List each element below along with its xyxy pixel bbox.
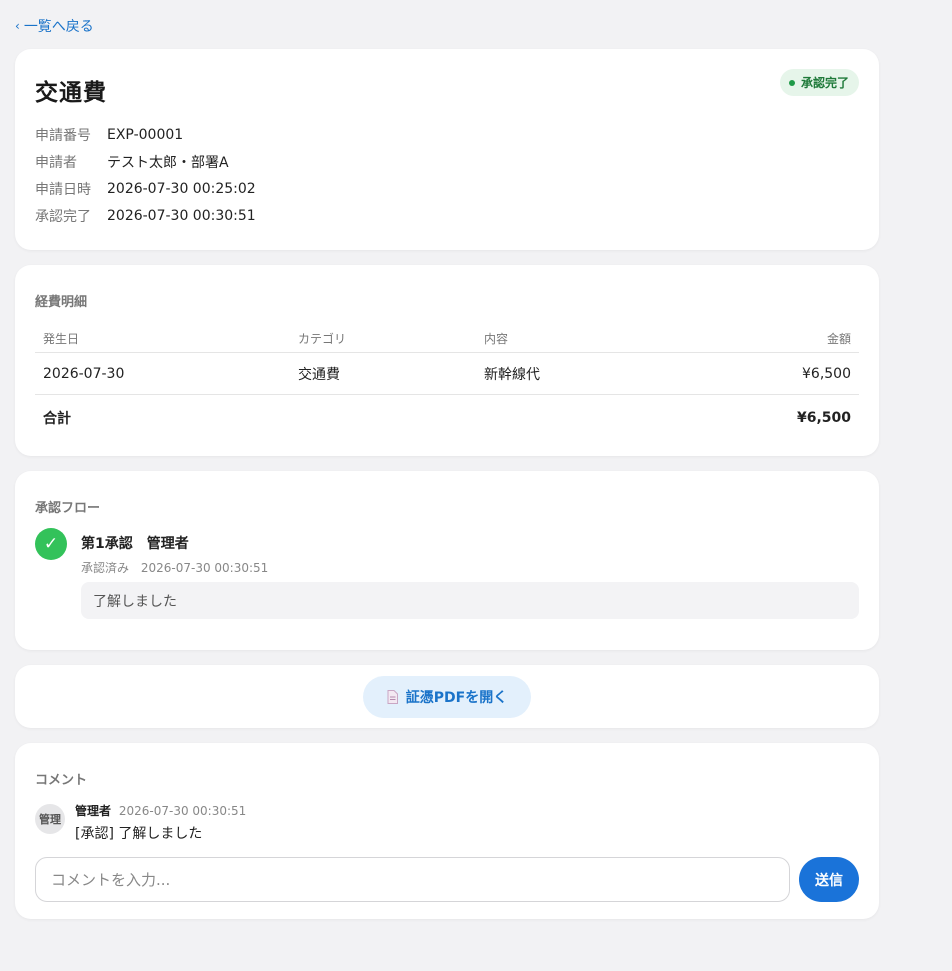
total-label: 合計	[43, 411, 71, 427]
send-button[interactable]: 送信	[799, 857, 859, 902]
comment-text: [承認] 了解しました	[75, 826, 203, 842]
comment-item: 管理 管理者 2026-07-30 00:30:51 [承認] 了解しました	[35, 802, 859, 843]
approval-step: ✓ 第1承認 管理者 承認済み 2026-07-30 00:30:51 了解しま…	[35, 528, 859, 619]
pdf-card: 証憑PDFを開く	[15, 665, 879, 728]
meta-value: テスト太郎・部署A	[107, 154, 229, 171]
meta-key: 申請日時	[35, 181, 91, 198]
open-pdf-label: 証憑PDFを開く	[405, 689, 508, 706]
chevron-left-icon: ‹	[15, 19, 20, 33]
total-amount: ¥6,500	[796, 410, 851, 426]
meta-list: 申請番号 EXP-00001 申請者 テスト太郎・部署A 申請日時 2026-0…	[35, 121, 859, 229]
back-link-label: 一覧へ戻る	[23, 19, 94, 35]
meta-value: 2026-07-30 00:25:02	[107, 180, 256, 197]
cell-amount: ¥6,500	[802, 365, 851, 382]
comments-card: コメント 管理 管理者 2026-07-30 00:30:51 [承認] 了解し…	[15, 743, 879, 919]
comment-form: 送信	[35, 857, 859, 902]
column-header-date: 発生日	[43, 331, 80, 346]
approval-step-meta: 承認済み 2026-07-30 00:30:51	[81, 559, 859, 576]
meta-value: EXP-00001	[107, 126, 184, 143]
page-title: 交通費	[35, 80, 107, 106]
table-row: 2026-07-30 交通費 新幹線代 ¥6,500	[35, 353, 859, 395]
meta-key: 申請者	[35, 154, 77, 171]
expense-table: 発生日 カテゴリ 内容 金額 2026-07-30 交通費 新幹線代 ¥6,50…	[35, 324, 859, 441]
cell-description: 新幹線代	[484, 366, 540, 383]
cell-category: 交通費	[298, 366, 340, 383]
meta-row-application-number: 申請番号 EXP-00001	[35, 121, 859, 148]
meta-key: 申請番号	[35, 127, 91, 144]
expense-header-card: 交通費 承認完了 申請番号 EXP-00001 申請者 テスト太郎・部署A 申請…	[15, 49, 879, 250]
status-label: 承認完了	[800, 76, 849, 90]
section-title: 経費明細	[35, 295, 88, 310]
status-badge: 承認完了	[779, 69, 859, 96]
approval-step-comment: 了解しました	[81, 582, 859, 619]
approval-step-time: 2026-07-30 00:30:51	[140, 561, 269, 575]
section-title: コメント	[35, 773, 88, 788]
column-header-amount: 金額	[826, 331, 851, 346]
approval-step-status: 承認済み	[81, 561, 130, 575]
document-icon	[387, 689, 398, 704]
expense-items-card: 経費明細 発生日 カテゴリ 内容 金額 2026-07-30 交通費 新幹線代 …	[15, 265, 879, 456]
column-header-category: カテゴリ	[298, 331, 347, 346]
meta-key: 承認完了	[35, 208, 91, 225]
avatar: 管理	[35, 804, 65, 834]
meta-value: 2026-07-30 00:30:51	[107, 207, 256, 224]
comment-author: 管理者	[75, 804, 112, 818]
section-title: 承認フロー	[35, 501, 101, 516]
meta-row-applied-at: 申請日時 2026-07-30 00:25:02	[35, 175, 859, 202]
check-icon: ✓	[35, 528, 67, 560]
back-link[interactable]: ‹ 一覧へ戻る	[15, 16, 94, 36]
meta-row-applicant: 申請者 テスト太郎・部署A	[35, 148, 859, 175]
open-pdf-button[interactable]: 証憑PDFを開く	[362, 675, 532, 718]
column-header-description: 内容	[484, 331, 509, 346]
meta-row-approved-at: 承認完了 2026-07-30 00:30:51	[35, 202, 859, 229]
status-dot-icon	[788, 79, 795, 86]
comment-time: 2026-07-30 00:30:51	[118, 804, 247, 818]
approval-step-title: 第1承認 管理者	[81, 536, 189, 552]
comment-input[interactable]	[35, 857, 790, 902]
table-total-row: 合計 ¥6,500	[35, 395, 859, 441]
cell-date: 2026-07-30	[43, 365, 125, 382]
approval-flow-card: 承認フロー ✓ 第1承認 管理者 承認済み 2026-07-30 00:30:5…	[15, 471, 879, 650]
table-header: 発生日 カテゴリ 内容 金額	[35, 324, 859, 353]
